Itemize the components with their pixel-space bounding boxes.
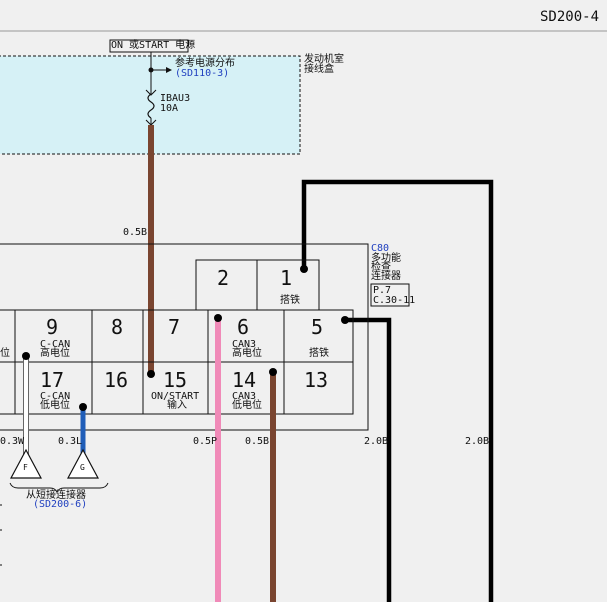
pin-9-l2: 高电位 [40,348,70,359]
pin17-dot [79,403,87,411]
box-label-2: 接线盒 [304,64,334,75]
pin-5: 5 [311,315,324,339]
wire-label-5b: 0.5B [245,436,270,447]
connector-coord: C.30-11 [373,295,416,306]
page-ref: SD200-4 [540,9,600,25]
splice-g-label: G [80,463,85,472]
fuse-rating: 10A [160,103,179,114]
power-ref-link[interactable]: (SD110-3) [175,69,229,79]
wire-black-ground-1 [301,179,494,602]
splice-dot [148,67,154,73]
wire-label-3w: 0.3W [0,436,25,447]
pin-5-label: 搭铁 [309,348,329,359]
pin-17-l2: 低电位 [40,400,70,411]
pin15-dot [147,370,155,378]
power-source-label: ON 或START 电源 [111,40,196,51]
pin-2: 2 [217,266,230,290]
wire-label-fuse: 0.5B [123,227,148,238]
pin-16: 16 [104,368,129,392]
pin-15-l2: 输入 [167,400,187,411]
pin-7: 7 [168,315,181,339]
wiring-diagram [0,30,607,602]
pin-17: 17 [40,368,65,392]
pin-1: 1 [280,266,293,290]
pin-15: 15 [163,368,188,392]
pin-6: 6 [237,315,250,339]
pin9-dot [22,352,30,360]
wire-label-3l: 0.3L [58,436,83,447]
pin-8: 8 [111,315,124,339]
pin-9: 9 [46,315,59,339]
wire-label-5p: 0.5P [193,436,218,447]
pin-1-label: 搭铁 [280,295,300,306]
pin-6-l2: 高电位 [232,348,262,359]
pin-13: 13 [304,368,329,392]
wire-label-2b-b: 2.0B [465,436,490,447]
splice-f-label: F [23,463,28,472]
pin-14-l2: 低电位 [232,400,262,411]
wire-label-2b-a: 2.0B [364,436,389,447]
pin-14: 14 [232,368,257,392]
pin14-dot [269,368,277,376]
splice-link[interactable]: (SD200-6) [33,500,87,510]
pin-left-cut: 位 [0,348,10,359]
pin1-dot [300,265,308,273]
connector-name-3: 连接器 [371,271,401,282]
pin5-dot [341,316,349,324]
pin6-dot [214,314,222,322]
